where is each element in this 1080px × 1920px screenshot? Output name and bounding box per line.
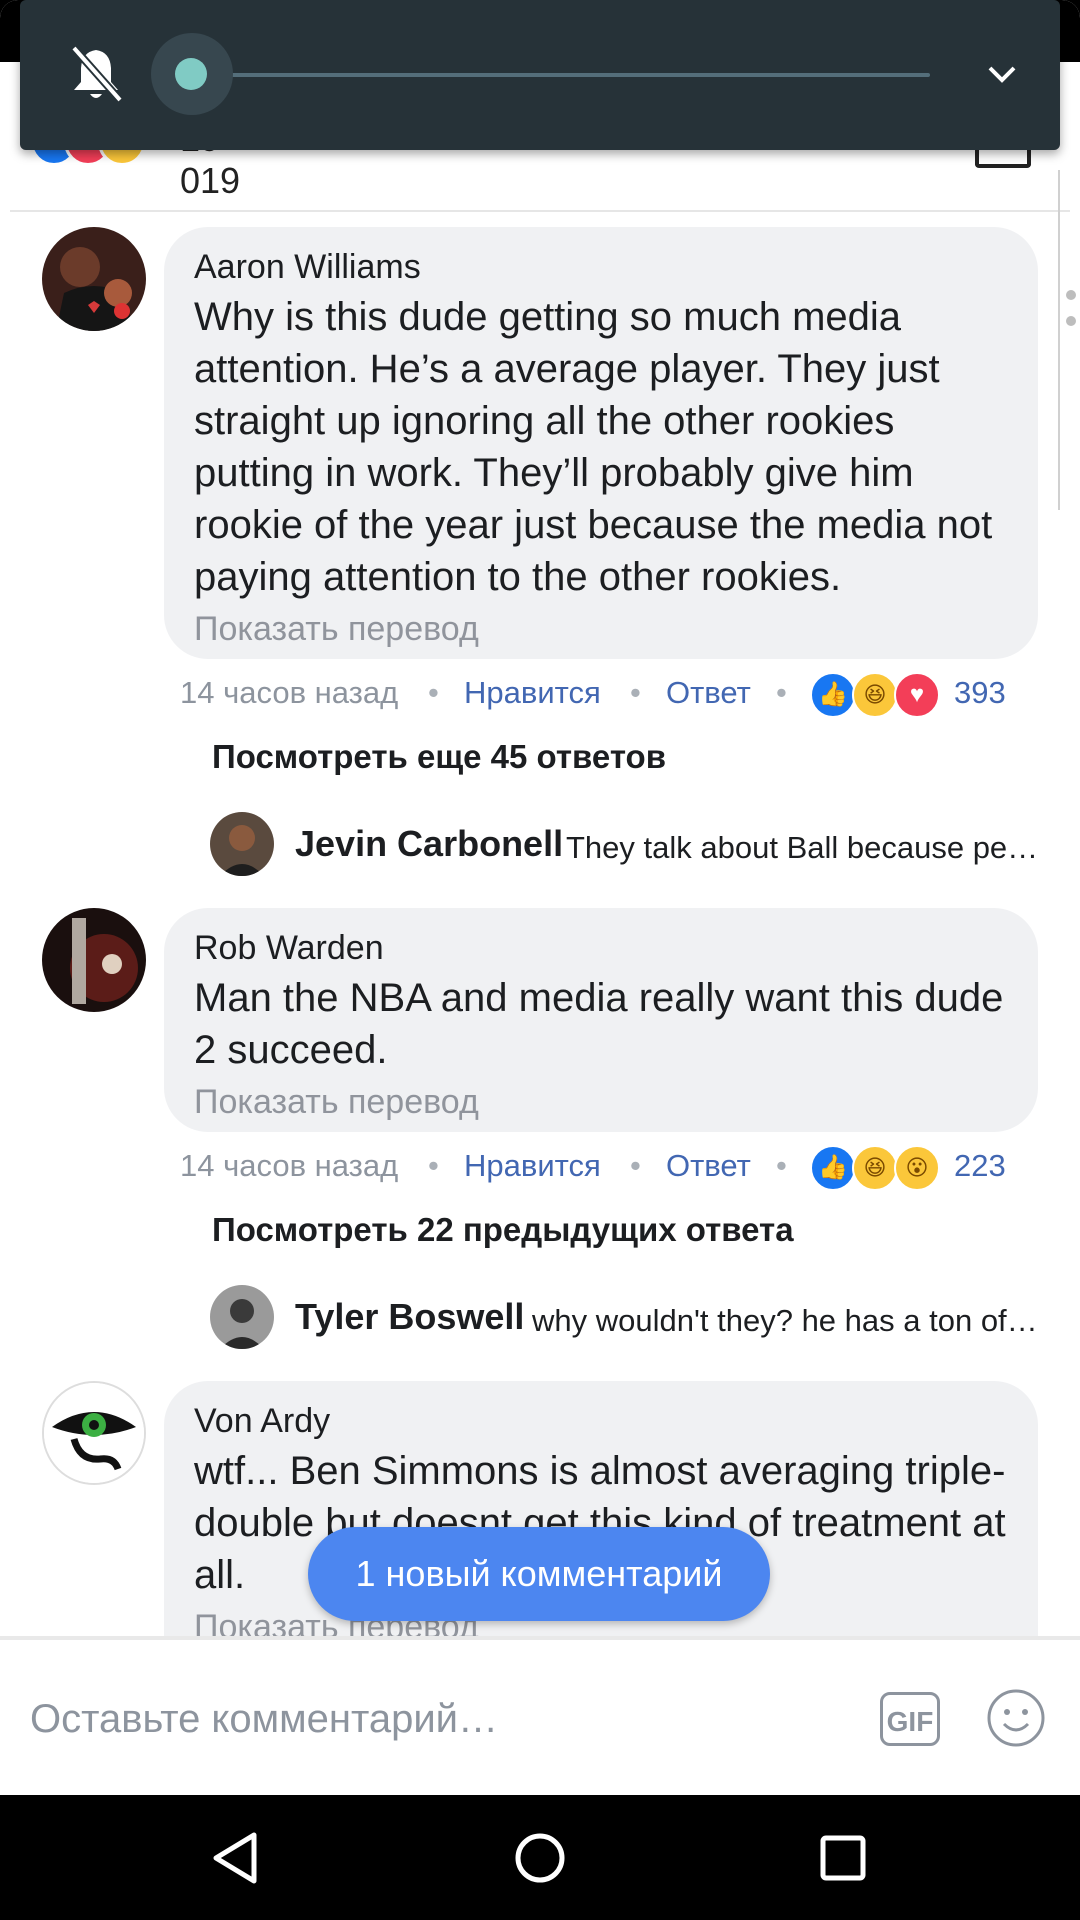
comment-author[interactable]: Von Ardy [194, 1401, 1006, 1441]
new-comment-pill[interactable]: 1 новый комментарий [308, 1527, 770, 1621]
recents-icon[interactable] [808, 1825, 878, 1891]
haha-reaction-icon: 😆 [852, 1145, 898, 1191]
reply-text: why wouldn't they? he has a ton of… [532, 1303, 1038, 1338]
comment-time: 14 часов назад [180, 675, 399, 710]
separator: • [630, 675, 641, 710]
avatar[interactable] [42, 227, 146, 331]
separator: • [776, 1148, 787, 1183]
reaction-count[interactable]: 393 [954, 668, 1006, 718]
volume-panel [20, 0, 1060, 150]
navigation-bar [0, 1795, 1080, 1920]
comment-author[interactable]: Aaron Williams [194, 247, 1006, 287]
comment-bubble[interactable]: Rob Warden Man the NBA and media really … [164, 908, 1038, 1132]
separator: • [428, 675, 439, 710]
avatar[interactable] [42, 908, 146, 1012]
avatar[interactable] [210, 812, 274, 876]
avatar[interactable] [210, 1285, 274, 1349]
comment-text: Man the NBA and media really want this d… [194, 976, 1004, 1072]
separator: • [428, 1148, 439, 1183]
avatar[interactable] [42, 1381, 146, 1485]
reply-button[interactable]: Ответ [666, 1141, 751, 1191]
wow-reaction-icon: 😮 [894, 1145, 940, 1191]
show-translation-link[interactable]: Показать перевод [194, 1082, 1006, 1122]
love-reaction-icon: ♥ [894, 672, 940, 718]
back-icon[interactable] [200, 1825, 270, 1891]
reaction-count[interactable]: 223 [954, 1141, 1006, 1191]
reply-preview[interactable]: Tyler Boswell why wouldn't they? he has … [0, 1285, 1080, 1355]
comments-screen: 19 019 › Aaron Williams Why is this dude… [0, 0, 1080, 1795]
bell-off-icon[interactable] [68, 44, 124, 104]
separator: • [776, 675, 787, 710]
haha-reaction-icon: 😆 [852, 672, 898, 718]
reply-author[interactable]: Jevin Carbonell [295, 822, 563, 866]
comment-composer: Оставьте комментарий… GIF [0, 1640, 1080, 1795]
gif-button[interactable]: GIF [880, 1692, 940, 1746]
volume-slider-track[interactable] [190, 73, 930, 77]
view-previous-replies-link[interactable]: Посмотреть 22 предыдущих ответа [212, 1208, 794, 1252]
like-reaction-icon: 👍 [810, 672, 856, 718]
divider [10, 210, 1070, 212]
volume-slider-knob[interactable] [175, 58, 207, 90]
home-icon[interactable] [505, 1825, 575, 1891]
comment-bubble[interactable]: Aaron Williams Why is this dude getting … [164, 227, 1038, 659]
comment-input[interactable]: Оставьте комментарий… [30, 1684, 498, 1754]
separator: • [630, 1148, 641, 1183]
comment-text: Why is this dude getting so much media a… [194, 295, 993, 599]
more-options-icon[interactable] [1066, 290, 1076, 342]
show-translation-link[interactable]: Показать перевод [194, 609, 1006, 649]
like-button[interactable]: Нравится [464, 668, 601, 718]
like-button[interactable]: Нравится [464, 1141, 601, 1191]
smiley-icon[interactable] [986, 1688, 1046, 1748]
chevron-down-icon[interactable] [982, 60, 1022, 90]
comment-time: 14 часов назад [180, 1148, 399, 1183]
reply-author[interactable]: Tyler Boswell [295, 1295, 524, 1339]
view-more-replies-link[interactable]: Посмотреть еще 45 ответов [212, 735, 666, 779]
reply-button[interactable]: Ответ [666, 668, 751, 718]
reply-preview[interactable]: Jevin Carbonell They talk about Ball bec… [0, 812, 1080, 882]
comment-author[interactable]: Rob Warden [194, 928, 1006, 968]
like-reaction-icon: 👍 [810, 1145, 856, 1191]
reply-text: They talk about Ball because pe… [566, 830, 1039, 865]
